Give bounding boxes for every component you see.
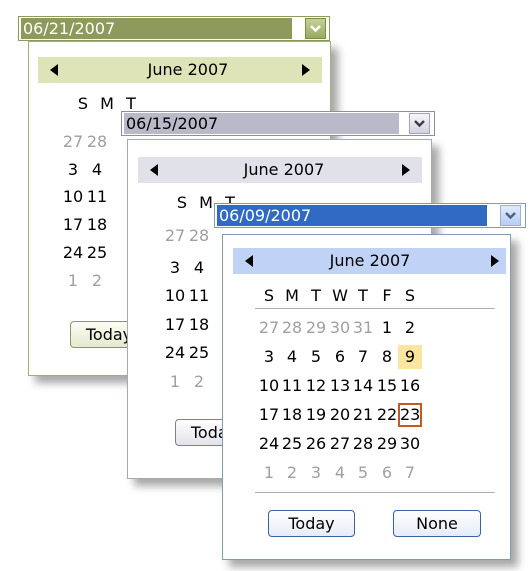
today-button[interactable]: Today [268,510,355,537]
day-cell[interactable]: 22 [375,403,399,427]
day-cell[interactable]: 20 [328,403,352,427]
date-field-value[interactable]: 06/09/2007 [217,205,487,226]
day-cell[interactable]: 29 [304,316,328,340]
day-cell[interactable]: 25 [280,432,304,456]
arrow-left-icon [245,255,253,267]
day-cell[interactable]: 27 [328,432,352,456]
day-cell[interactable]: 16 [398,374,422,398]
day-cell[interactable]: 6 [375,461,399,485]
weekday-separator [255,308,495,309]
day-cell[interactable]: 3 [304,461,328,485]
day-cell[interactable]: 13 [328,374,352,398]
day-cell[interactable]: 10 [257,374,281,398]
weekday-label: T [358,286,368,305]
day-cell[interactable]: 7 [398,461,422,485]
day-cell[interactable]: 2 [280,461,304,485]
day-cell[interactable]: 1 [257,461,281,485]
day-cell-today[interactable]: 23 [398,403,422,427]
day-cell-selected[interactable]: 9 [398,345,422,369]
weekday-label: W [332,286,348,305]
prev-month-button[interactable] [239,248,259,274]
arrow-right-icon [491,255,499,267]
date-field-blue[interactable]: 06/09/2007 [214,203,526,228]
day-cell[interactable]: 5 [351,461,375,485]
day-cell[interactable]: 1 [375,316,399,340]
day-cell[interactable]: 15 [375,374,399,398]
month-title[interactable]: June 2007 [290,248,450,274]
day-cell[interactable]: 21 [351,403,375,427]
day-cell[interactable]: 29 [375,432,399,456]
day-cell[interactable]: 18 [280,403,304,427]
day-cell[interactable]: 27 [257,316,281,340]
date-picker-blue: 06/09/2007 June 2007 S M T W T F S 27 28… [0,0,529,571]
day-cell[interactable]: 6 [328,345,352,369]
day-cell[interactable]: 30 [398,432,422,456]
weekday-label: S [263,286,275,305]
footer-separator [255,492,495,493]
next-month-button[interactable] [485,248,505,274]
day-cell[interactable]: 12 [304,374,328,398]
weekday-label: S [404,286,416,305]
day-cell[interactable]: 26 [304,432,328,456]
day-cell[interactable]: 19 [304,403,328,427]
weekday-label: F [382,286,392,305]
day-cell[interactable]: 30 [328,316,352,340]
day-cell[interactable]: 31 [351,316,375,340]
day-cell[interactable]: 2 [398,316,422,340]
day-cell[interactable]: 5 [304,345,328,369]
day-cell[interactable]: 14 [351,374,375,398]
day-cell[interactable]: 3 [257,345,281,369]
month-nav-bar: June 2007 [233,248,506,274]
weekday-label: T [311,286,321,305]
day-cell[interactable]: 4 [328,461,352,485]
day-cell[interactable]: 4 [280,345,304,369]
chevron-down-icon [505,212,516,220]
day-cell[interactable]: 28 [280,316,304,340]
day-cell[interactable]: 11 [280,374,304,398]
weekday-label: M [285,286,299,305]
day-cell[interactable]: 24 [257,432,281,456]
dropdown-button[interactable] [500,205,521,226]
day-cell[interactable]: 8 [375,345,399,369]
day-cell[interactable]: 17 [257,403,281,427]
none-button[interactable]: None [393,510,481,537]
day-cell[interactable]: 28 [351,432,375,456]
calendar-popup-blue: June 2007 S M T W T F S 27 28 29 30 31 1… [222,234,511,560]
day-cell[interactable]: 7 [351,345,375,369]
